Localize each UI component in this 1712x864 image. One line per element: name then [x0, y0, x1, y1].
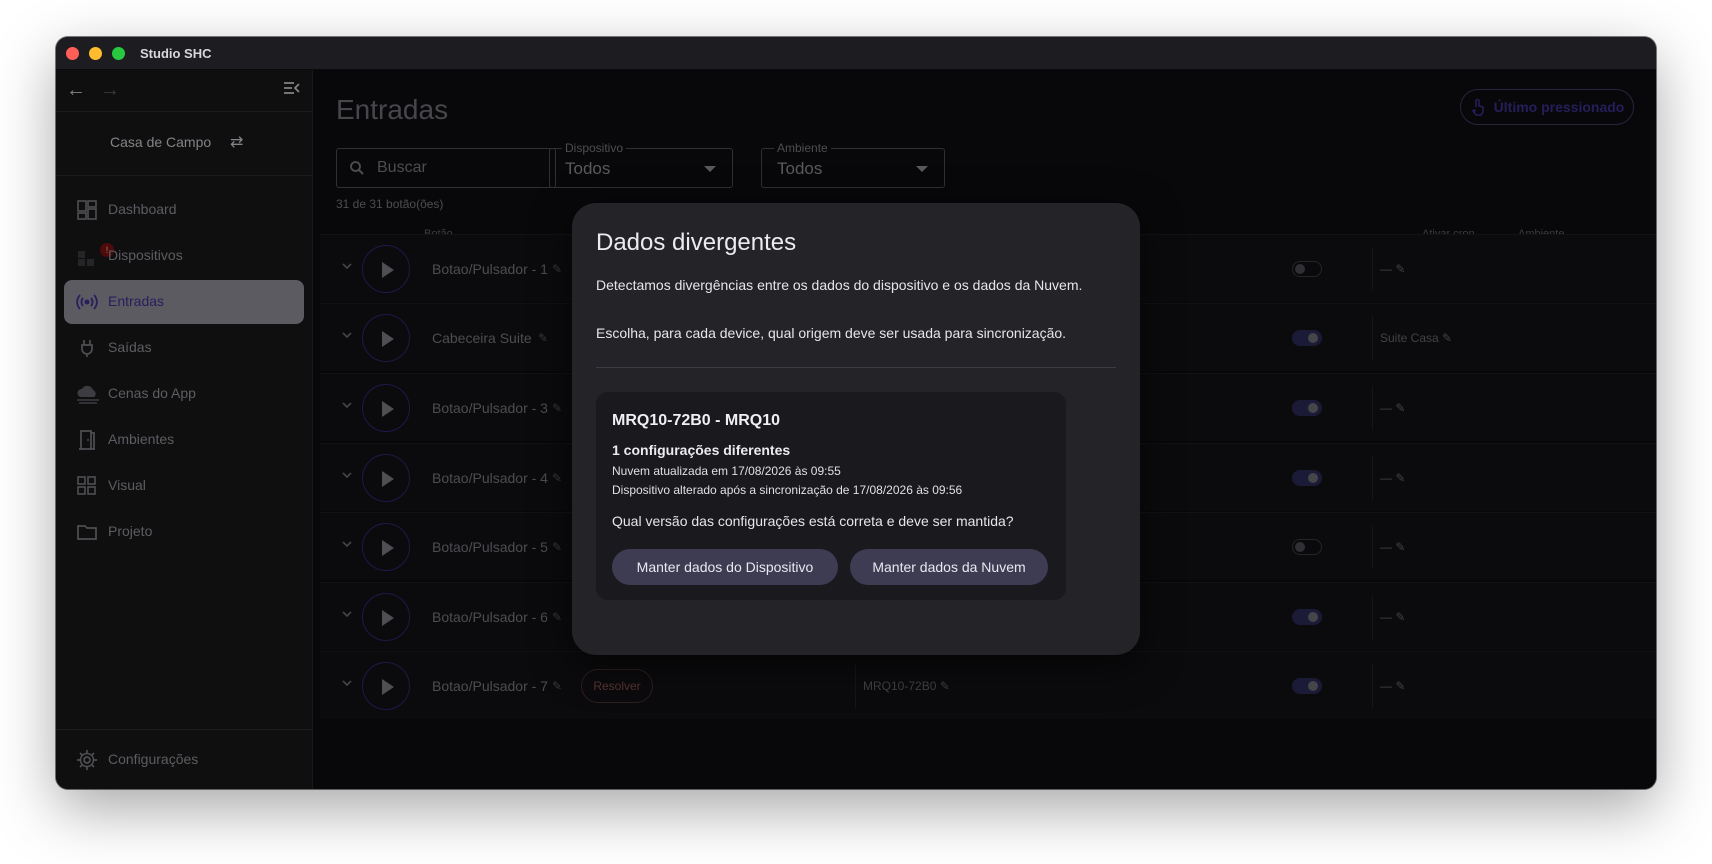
conflict-device-title: MRQ10-72B0 - MRQ10 — [612, 412, 781, 429]
close-window-button[interactable] — [66, 47, 79, 60]
cloud-updated-text: Nuvem atualizada em 17/08/2026 às 09:55 — [612, 464, 841, 478]
dialog-description: Detectamos divergências entre os dados d… — [596, 277, 1083, 293]
dialog-title: Dados divergentes — [596, 229, 797, 256]
divergent-data-dialog: Dados divergentes Detectamos divergência… — [572, 203, 1140, 655]
device-changed-text: Dispositivo alterado após a sincronizaçã… — [612, 483, 963, 497]
conflict-count: 1 configurações diferentes — [612, 442, 791, 458]
conflict-question: Qual versão das configurações está corre… — [612, 513, 1014, 529]
app-title: Studio SHC — [140, 46, 212, 61]
device-conflict-card: MRQ10-72B0 - MRQ10 1 configurações difer… — [596, 392, 1066, 600]
dialog-divider — [596, 367, 1116, 368]
keep-device-data-button[interactable]: Manter dados do Dispositivo — [612, 549, 838, 585]
dialog-instruction: Escolha, para cada device, qual origem d… — [596, 325, 1067, 341]
title-bar: Studio SHC — [56, 37, 1656, 70]
app-window: Studio SHC ← → Casa de Campo ⇄ Dashboard — [56, 37, 1656, 789]
maximize-window-button[interactable] — [112, 47, 125, 60]
minimize-window-button[interactable] — [89, 47, 102, 60]
keep-cloud-data-button[interactable]: Manter dados da Nuvem — [850, 549, 1048, 585]
